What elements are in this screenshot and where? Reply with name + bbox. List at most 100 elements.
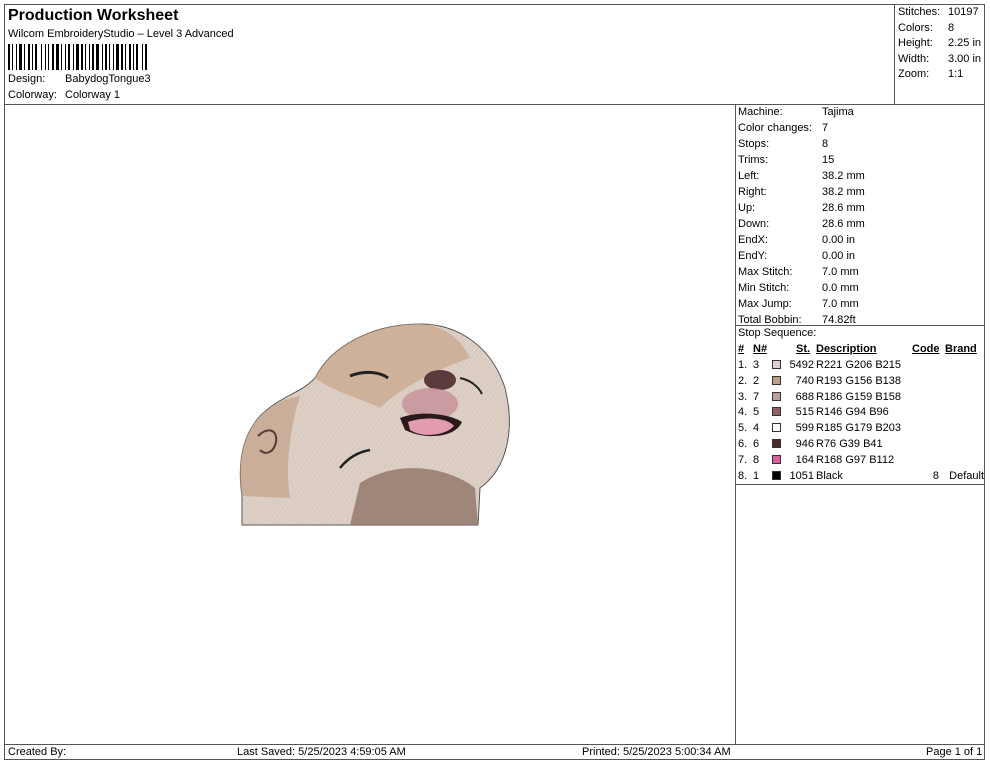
stop-sequence-row: 1. 3 5492 R221 G206 B215 <box>738 358 984 372</box>
needle-number: 1 <box>753 469 760 482</box>
machine-info-row: Min Stitch: 0.0 mm <box>738 282 859 294</box>
barcode-bar <box>116 44 119 70</box>
summary-row: Width: 3.00 in <box>898 52 982 65</box>
color-swatch <box>772 470 781 480</box>
color-description: R168 G97 B112 <box>816 453 895 466</box>
summary-row: Colors: 8 <box>898 21 955 34</box>
stitch-count: 1051 <box>789 469 814 482</box>
color-swatch <box>772 454 781 464</box>
machine-info-row: Down: 28.6 mm <box>738 218 865 230</box>
stop-index: 5. <box>738 422 748 435</box>
stitch-count: 946 <box>795 438 814 450</box>
stop-sequence-header: # N# St. Description Code Brand <box>738 343 977 355</box>
barcode-bar <box>35 44 37 70</box>
stop-index: 7. <box>738 453 748 466</box>
color-description: Black <box>816 469 843 482</box>
design-label: Design: <box>8 73 46 85</box>
stops-divider <box>735 484 985 485</box>
summary-row: Zoom: 1:1 <box>898 68 964 80</box>
barcode-bar <box>68 44 70 70</box>
thread-brand: Default <box>949 469 984 482</box>
machine-info-row: Max Stitch: 7.0 mm <box>738 266 859 278</box>
stop-sequence-row: 7. 8 164 R168 G97 B112 <box>738 453 984 467</box>
summary-row: Height: 2.25 in <box>898 37 982 49</box>
stop-index: 1. <box>738 359 748 371</box>
stop-index: 4. <box>738 406 748 419</box>
color-swatch <box>772 439 781 448</box>
barcode-bar <box>19 44 22 70</box>
stitch-count: 515 <box>795 406 814 419</box>
color-swatch <box>772 375 781 385</box>
barcode-bar <box>48 44 49 70</box>
stitch-count: 164 <box>795 453 814 466</box>
color-description: R146 G94 B96 <box>816 406 889 419</box>
barcode-bar <box>142 44 143 70</box>
barcode-bar <box>121 44 123 70</box>
page-number: Page 1 of 1 <box>926 746 983 758</box>
barcode-bar <box>8 44 10 70</box>
footer-frame <box>4 744 985 760</box>
barcode-bar <box>92 44 94 70</box>
machine-info-row: Machine: Tajima <box>738 106 854 118</box>
color-description: R185 G179 B203 <box>816 422 902 435</box>
stop-sequence-title: Stop Sequence: <box>738 327 817 339</box>
barcode-bar <box>145 44 147 70</box>
barcode-bar <box>85 44 86 70</box>
printed-date: Printed: 5/25/2023 5:00:34 AM <box>582 746 731 758</box>
color-description: R221 G206 B215 <box>816 359 902 371</box>
machine-info-row: Color changes: 7 <box>738 122 829 134</box>
colorway-label: Colorway: <box>8 89 57 101</box>
machine-info-row: Up: 28.6 mm <box>738 202 865 214</box>
barcode-bar <box>52 44 54 70</box>
color-description: R193 G156 B138 <box>816 374 902 387</box>
stitch-count: 5492 <box>789 359 814 371</box>
color-swatch <box>772 360 781 369</box>
color-swatch <box>772 423 781 433</box>
barcode-bar <box>61 44 62 70</box>
barcode-bar <box>96 44 99 70</box>
barcode-bar <box>45 44 46 70</box>
machine-info-row: Max Jump: 7.0 mm <box>738 298 859 310</box>
stop-sequence-row: 3. 7 688 R186 G159 B158 <box>738 390 984 404</box>
machine-info-row: Total Bobbin: 74.82ft <box>738 314 856 326</box>
stop-sequence-row: 6. 6 946 R76 G39 B41 <box>738 437 984 451</box>
color-description: R186 G159 B158 <box>816 390 902 403</box>
barcode-bar <box>24 44 25 70</box>
stop-index: 3. <box>738 390 748 403</box>
barcode-bar <box>73 44 74 70</box>
needle-number: 5 <box>753 406 760 419</box>
color-swatch <box>772 407 781 417</box>
barcode-bar <box>28 44 30 70</box>
dog-head <box>239 323 510 526</box>
machine-info-row: Stops: 8 <box>738 138 829 150</box>
barcode-bar <box>102 44 103 70</box>
barcode <box>8 44 147 70</box>
machine-info-row: Left: 38.2 mm <box>738 170 865 182</box>
colorway-value: Colorway 1 <box>65 89 121 101</box>
barcode-bar <box>133 44 134 70</box>
needle-number: 3 <box>753 359 760 371</box>
barcode-bar <box>12 44 13 70</box>
stop-sequence-row: 2. 2 740 R193 G156 B138 <box>738 374 984 388</box>
barcode-bar <box>41 44 42 70</box>
barcode-bar <box>32 44 33 70</box>
stitch-count: 688 <box>795 390 814 403</box>
color-description: R76 G39 B41 <box>816 438 883 450</box>
thread-code: 8 <box>932 469 939 482</box>
needle-number: 6 <box>753 438 760 450</box>
needle-number: 8 <box>753 453 760 466</box>
page-title: Production Worksheet <box>8 7 179 24</box>
barcode-bar <box>56 44 59 70</box>
last-saved: Last Saved: 5/25/2023 4:59:05 AM <box>237 746 406 758</box>
embroidery-design-preview <box>239 323 510 526</box>
machine-info-row: EndX: 0.00 in <box>738 234 856 246</box>
needle-number: 4 <box>753 422 760 435</box>
barcode-bar <box>109 44 110 70</box>
stop-index: 8. <box>738 469 748 482</box>
barcode-bar <box>129 44 131 70</box>
barcode-bar <box>81 44 83 70</box>
machine-info-row: Trims: 15 <box>738 154 835 166</box>
barcode-bar <box>136 44 138 70</box>
barcode-bar <box>113 44 114 70</box>
stitch-count: 740 <box>795 374 814 387</box>
